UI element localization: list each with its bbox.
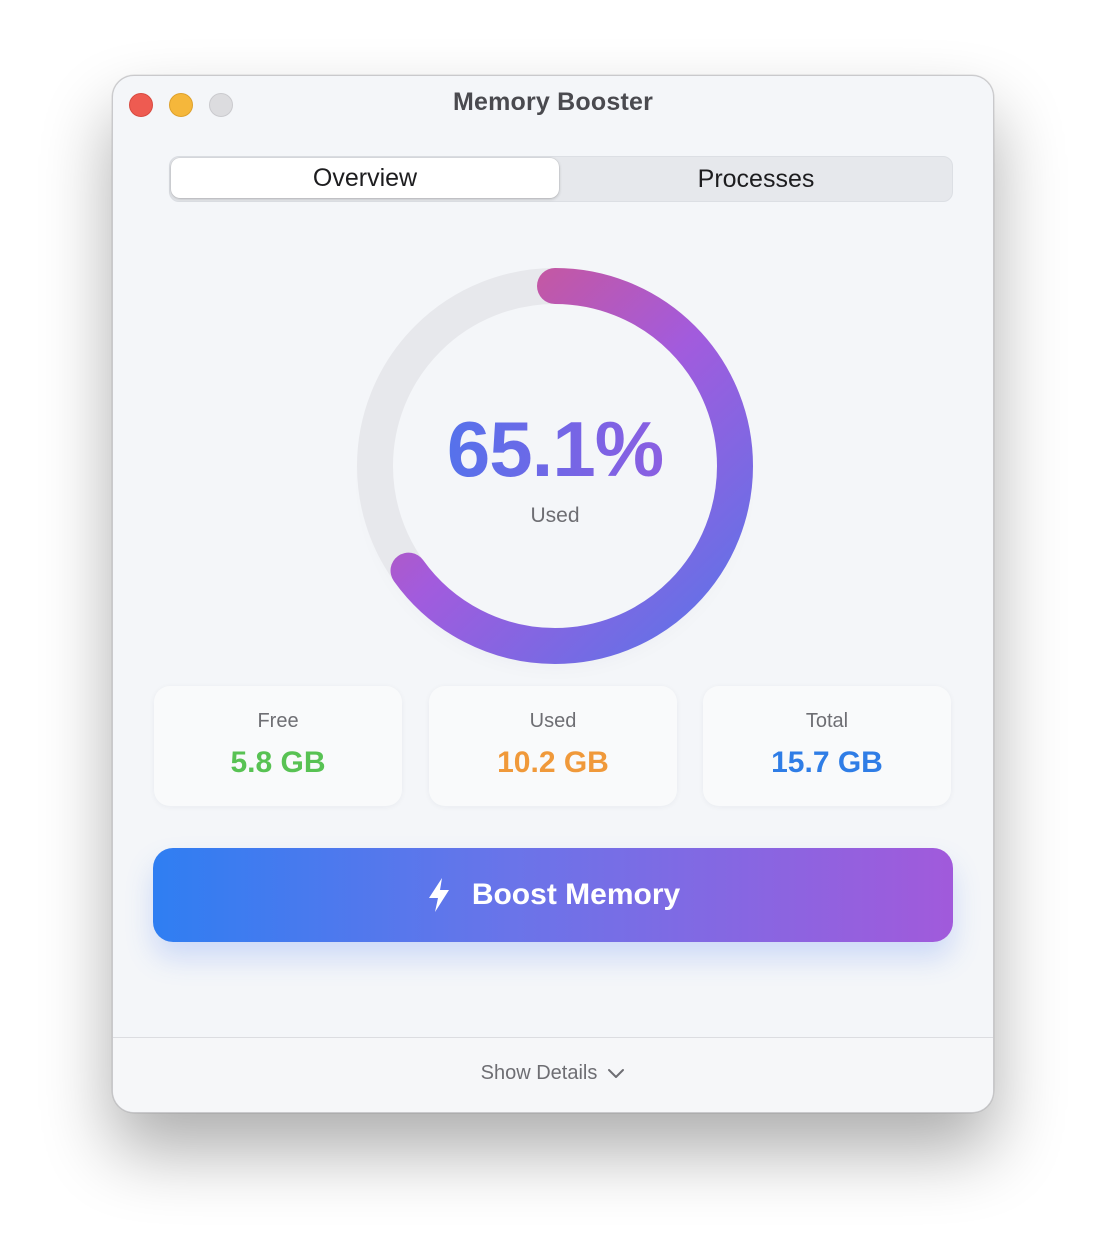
show-details-toggle[interactable]: Show Details bbox=[113, 1062, 993, 1085]
app-window: Memory Booster Overview Processes 65.1% … bbox=[112, 75, 994, 1113]
boost-memory-label: Boost Memory bbox=[471, 878, 681, 911]
boost-memory-button[interactable]: Boost Memory bbox=[153, 848, 953, 942]
usage-label: Used bbox=[530, 504, 580, 527]
show-details-label: Show Details bbox=[480, 1062, 598, 1084]
view-segmented-control: Overview Processes bbox=[169, 156, 953, 202]
chevron-down-icon bbox=[608, 1068, 625, 1078]
tab-processes[interactable]: Processes bbox=[560, 157, 952, 201]
window-title: Memory Booster bbox=[452, 88, 654, 116]
usage-percent: 65.1% bbox=[345, 404, 765, 495]
used-memory-card: Used 10.2 GB bbox=[429, 686, 677, 806]
used-label: Used bbox=[529, 710, 577, 732]
footer-bar: Show Details bbox=[113, 1037, 993, 1112]
total-label: Total bbox=[805, 710, 849, 732]
free-memory-card: Free 5.8 GB bbox=[154, 686, 402, 806]
used-value: 10.2 GB bbox=[497, 746, 609, 779]
total-memory-card: Total 15.7 GB bbox=[703, 686, 951, 806]
memory-gauge: 65.1% Used bbox=[345, 256, 765, 676]
free-label: Free bbox=[257, 710, 299, 732]
bolt-icon bbox=[428, 878, 449, 912]
free-value: 5.8 GB bbox=[230, 746, 326, 779]
total-value: 15.7 GB bbox=[771, 746, 883, 779]
tab-overview[interactable]: Overview bbox=[171, 158, 559, 198]
